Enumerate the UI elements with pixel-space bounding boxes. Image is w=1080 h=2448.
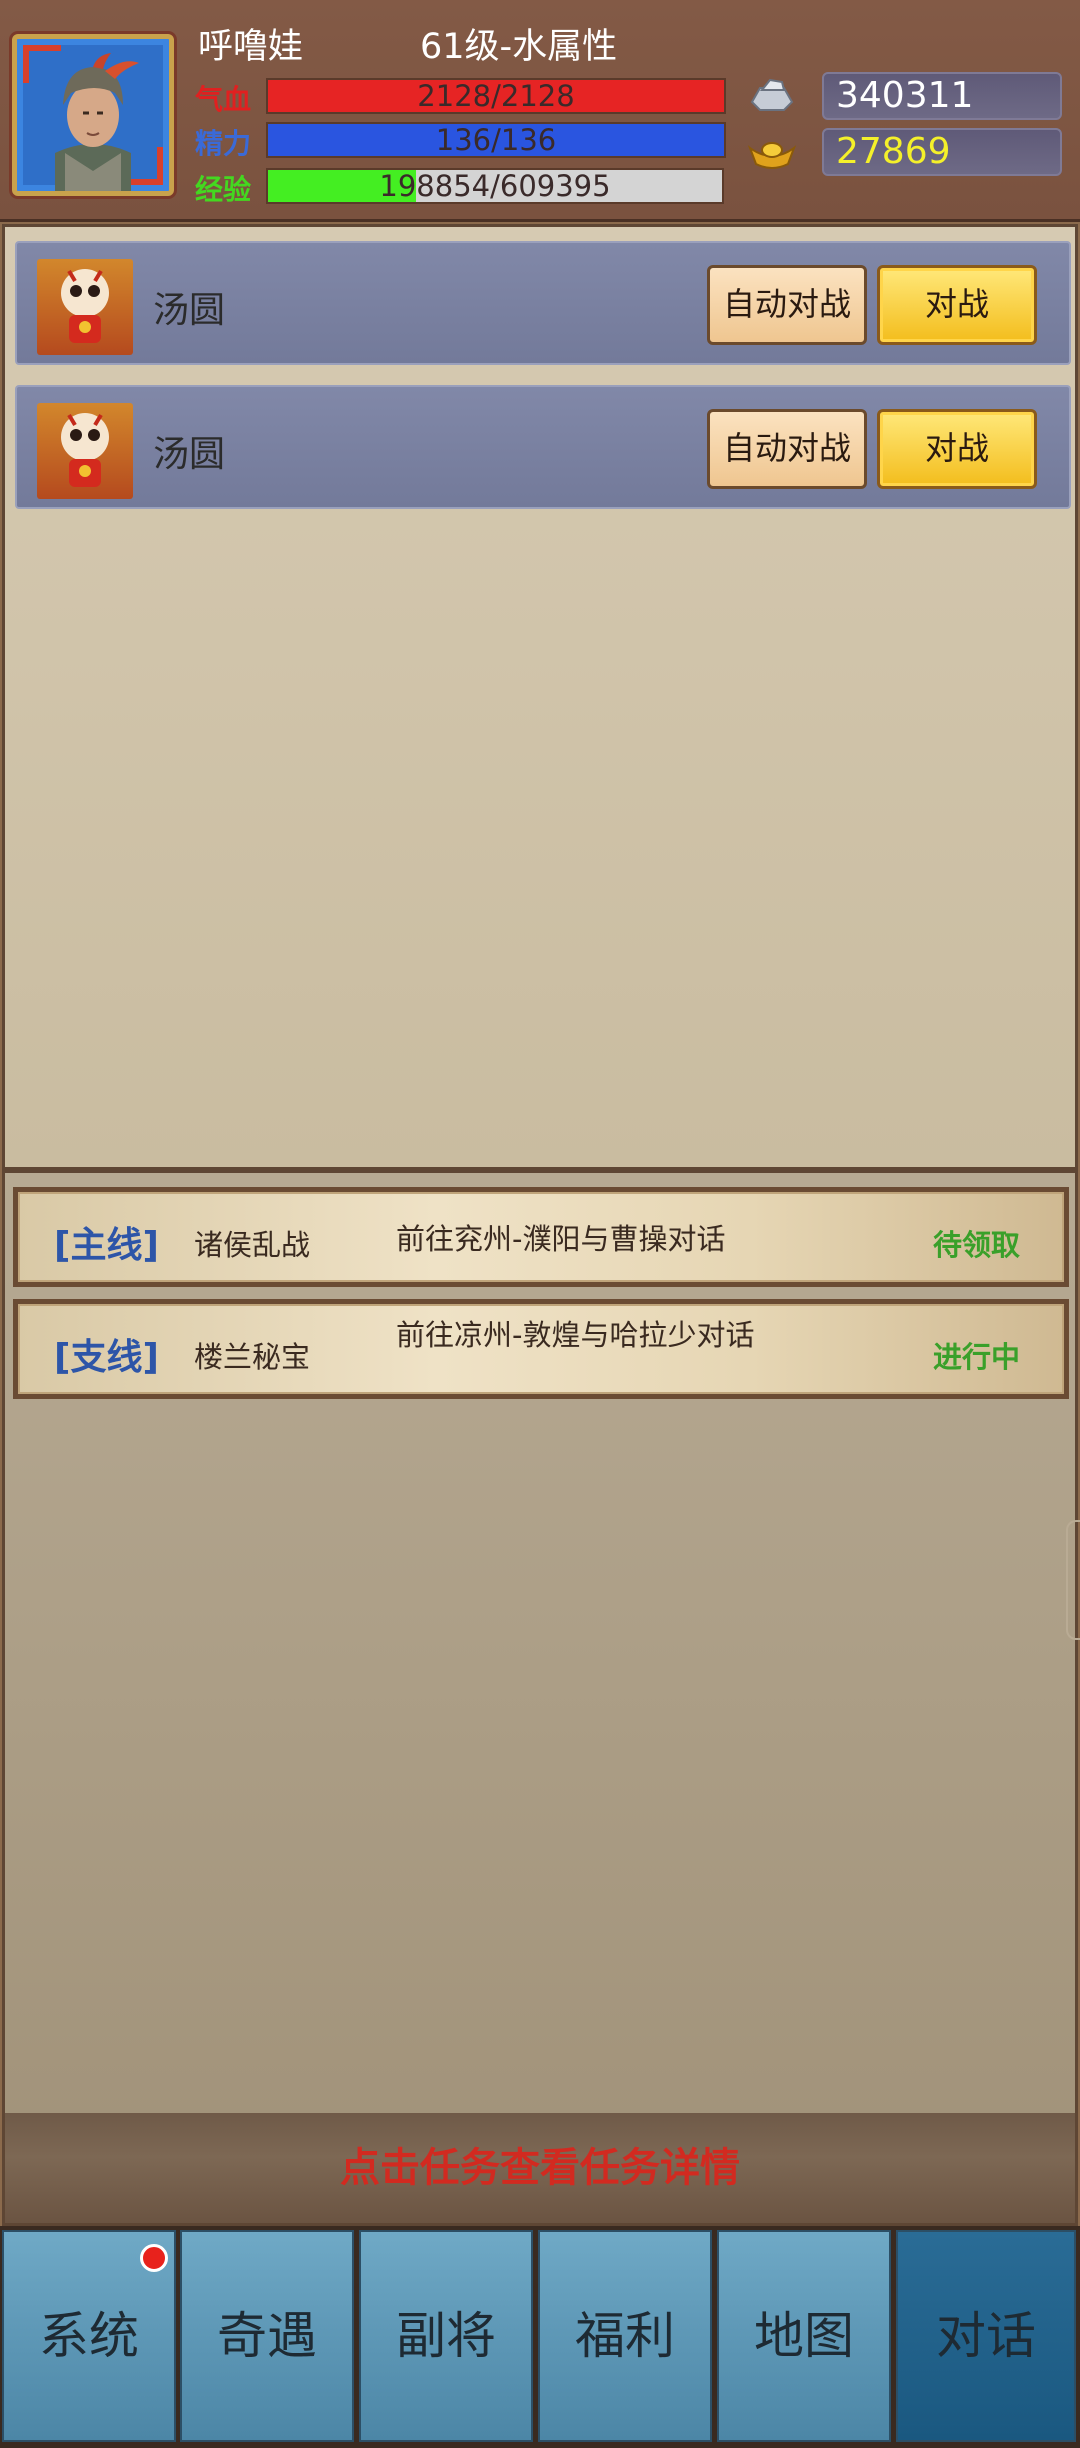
hp-label: 气血 [195,83,252,116]
player-header: 呼噜娃 61级-水属性 气血 2128/2128 精力 136/136 经验 1… [0,0,1080,222]
nav-label: 福利 [575,2307,675,2365]
enemy-row: 汤圆 自动对战 对战 [15,241,1071,365]
silver-ingot-icon [750,78,794,111]
mp-label: 精力 [195,127,252,160]
enemy-avatar [37,259,133,355]
nav-map[interactable]: 地图 [717,2230,891,2442]
quest-type: [主线] [54,1225,159,1266]
nav-deputy[interactable]: 副将 [359,2230,533,2442]
notification-dot-icon [140,2244,168,2272]
tangyuan-mascot-icon [61,269,109,343]
quest-status: 待领取 [932,1228,1020,1262]
nav-encounter[interactable]: 奇遇 [180,2230,354,2442]
quest-name: 楼兰秘宝 [194,1340,311,1374]
auto-battle-button[interactable]: 自动对战 [707,265,867,345]
player-level: 61级-水属性 [420,27,618,67]
quest-type: [支线] [54,1337,159,1378]
nav-dialogue[interactable]: 对话 [896,2230,1076,2442]
quest-status: 进行中 [932,1340,1020,1374]
bottom-nav: 系统 奇遇 副将 福利 地图 对话 [0,2226,1080,2448]
battle-button[interactable]: 对战 [877,409,1037,489]
quest-row-side[interactable]: [支线] 楼兰秘宝 前往凉州-敦煌与哈拉少对话 进行中 [13,1299,1069,1399]
nav-welfare[interactable]: 福利 [538,2230,712,2442]
nav-label: 地图 [754,2307,854,2365]
gold-ingot-icon [748,142,796,169]
silver-amount: 340311 [822,72,1062,120]
warrior-portrait-icon [55,53,139,191]
nav-label: 副将 [396,2307,496,2365]
quest-description: 前往凉州-敦煌与哈拉少对话 [396,1318,755,1352]
enemy-name: 汤圆 [153,290,226,331]
exp-label: 经验 [195,173,252,206]
tangyuan-mascot-icon [61,413,109,487]
quest-description: 前往兖州-濮阳与曹操对话 [396,1222,726,1256]
enemy-name: 汤圆 [153,434,226,475]
quest-row-main[interactable]: [主线] 诸侯乱战 前往兖州-濮阳与曹操对话 待领取 [13,1187,1069,1287]
auto-battle-button[interactable]: 自动对战 [707,409,867,489]
side-drawer-handle[interactable] [1066,1520,1080,1640]
battle-button[interactable]: 对战 [877,265,1037,345]
mp-bar: 136/136 [266,122,726,158]
quest-panel: [主线] 诸侯乱战 前往兖州-濮阳与曹操对话 待领取 [支线] 楼兰秘宝 前往凉… [2,1170,1078,2226]
battle-panel: 汤圆 自动对战 对战 汤圆 自动对战 对战 [2,224,1078,1170]
nav-system[interactable]: 系统 [2,2230,176,2442]
nav-label: 奇遇 [217,2307,317,2365]
quest-hint: 点击任务查看任务详情 [5,2113,1075,2223]
enemy-row: 汤圆 自动对战 对战 [15,385,1071,509]
player-name: 呼噜娃 [198,27,304,67]
gold-amount: 27869 [822,128,1062,176]
hp-bar: 2128/2128 [266,78,726,114]
nav-label: 系统 [39,2307,139,2365]
exp-value: 198854/609395 [379,169,611,203]
nav-label: 对话 [936,2307,1036,2365]
mp-value: 136/136 [435,123,557,157]
enemy-avatar [37,403,133,499]
quest-name: 诸侯乱战 [194,1228,311,1262]
player-avatar[interactable] [12,34,174,196]
exp-bar: 198854/609395 [266,168,724,204]
hp-value: 2128/2128 [417,79,575,113]
